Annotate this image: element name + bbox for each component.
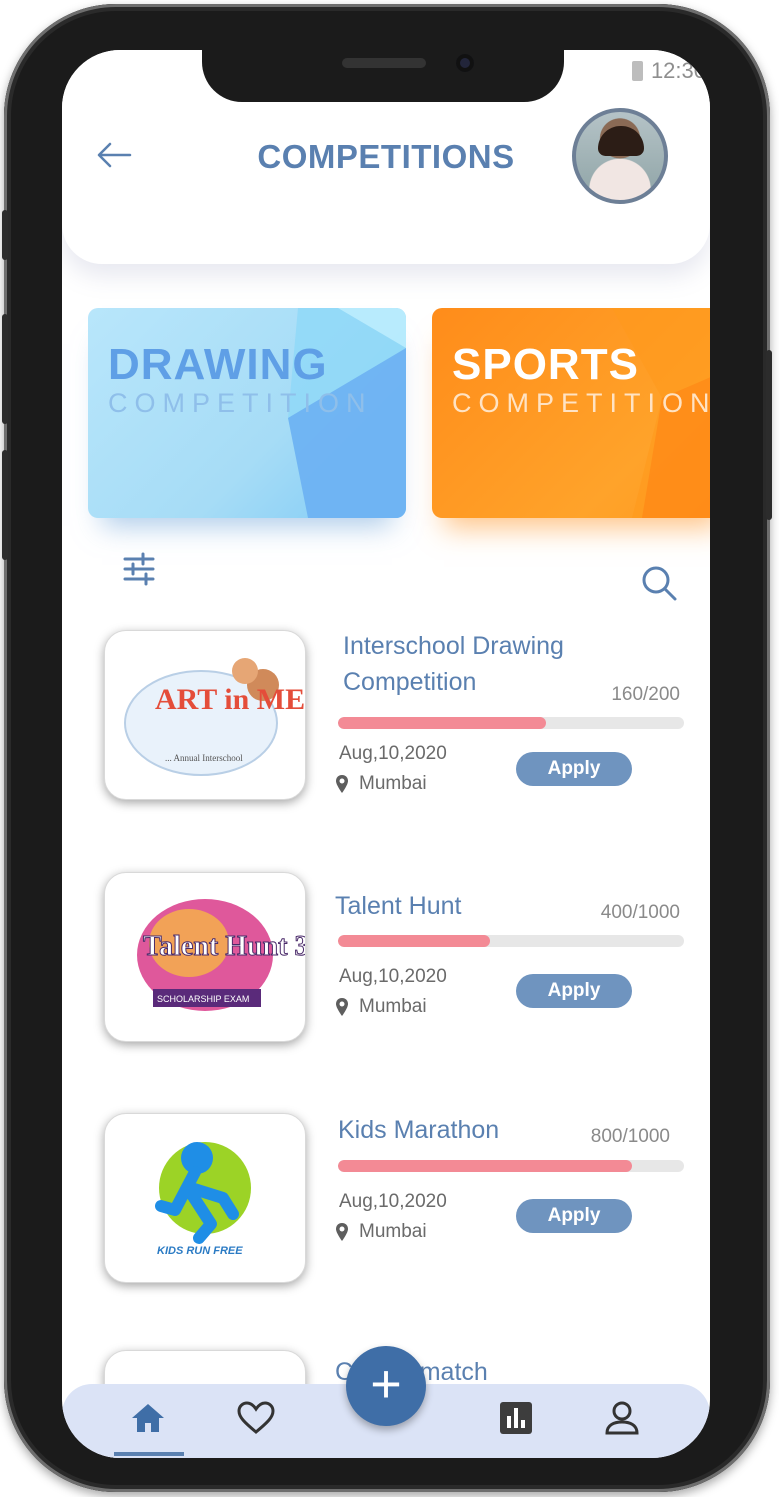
status-time: 12:30 [650,58,706,83]
logo-text: Talent Hunt 3 [143,931,305,962]
location-pin-icon [336,998,348,1016]
competition-logo: Talent Hunt 3 SCHOLARSHIP EXAM [104,872,306,1042]
profile-icon[interactable] [602,1398,642,1438]
progress-fill [338,935,491,947]
avatar-hair [598,126,644,156]
kids-run-free-logo: KIDS RUN FREE [155,1142,251,1257]
apply-button[interactable]: Apply [516,752,632,786]
apply-button[interactable]: Apply [516,974,632,1008]
filter-icon[interactable] [122,552,156,586]
logo-text: KIDS RUN FREE [157,1245,243,1257]
power-button [766,350,772,520]
competition-date: Aug,10,2020 [339,966,447,987]
talent-hunt-logo: Talent Hunt 3 SCHOLARSHIP EXAM [137,899,305,1011]
competition-card[interactable]: Talent Hunt 3 SCHOLARSHIP EXAM Talent Hu… [62,872,710,1052]
speaker [342,58,426,68]
apply-button[interactable]: Apply [516,1199,632,1233]
screen: 12:30 COMPETITIONS DRAWING COMPETITION S… [62,50,710,1458]
location-label: Mumbai [359,1221,427,1242]
location-label: Mumbai [359,773,427,794]
logo-subtitle: SCHOLARSHIP EXAM [157,994,249,1004]
search-icon[interactable] [640,564,678,602]
chart-icon[interactable] [496,1398,536,1438]
banner-subtitle: COMPETITION [452,388,710,418]
competition-date: Aug,10,2020 [339,1191,447,1212]
competition-title-line2: Competition [343,668,477,696]
participant-count: 160/200 [611,684,680,705]
add-button[interactable]: + [346,1346,426,1426]
participant-count: 800/1000 [590,1126,670,1147]
phone-frame: 12:30 COMPETITIONS DRAWING COMPETITION S… [2,4,772,1492]
competition-logo: ART in ME ... Annual Interschool [104,630,306,800]
front-camera [456,54,474,72]
progress-fill [338,717,546,729]
participant-count: 400/1000 [600,902,680,923]
sports-competition-banner[interactable]: SPORTS COMPETITION [432,308,710,518]
banner-title: DRAWING [108,340,328,389]
battery-icon [631,61,643,81]
art-in-me-logo: ART in ME ... Annual Interschool [124,658,305,776]
competition-card[interactable]: KIDS RUN FREE Kids Marathon 800/1000 Aug… [62,1113,710,1293]
location-pin-icon [336,1223,348,1241]
location-label: Mumbai [359,996,427,1017]
volume-up-button [2,314,8,424]
banner-title: SPORTS [452,340,639,389]
competition-title: Interschool Drawing [343,632,564,660]
drawing-competition-banner[interactable]: DRAWING COMPETITION [88,308,406,518]
mute-switch [2,210,8,260]
competition-date: Aug,10,2020 [339,743,447,764]
competition-location: Mumbai [335,996,427,1018]
location-pin-icon [336,775,348,793]
heart-icon[interactable] [236,1398,276,1438]
competition-logo: KIDS RUN FREE [104,1113,306,1283]
avatar[interactable] [572,108,668,204]
progress-track [338,1160,684,1172]
progress-track [338,935,684,947]
notch [202,50,564,102]
active-tab-indicator [114,1452,184,1456]
status-bar: 12:30 [631,58,706,84]
progress-track [338,717,684,729]
competition-location: Mumbai [335,1221,427,1243]
progress-fill [338,1160,633,1172]
home-icon[interactable] [128,1398,168,1438]
competition-card[interactable]: ART in ME ... Annual Interschool Intersc… [62,630,710,810]
svg-text:... Annual Interschool: ... Annual Interschool [165,753,243,763]
competition-title: Talent Hunt [335,892,462,920]
volume-down-button [2,450,8,560]
competition-location: Mumbai [335,773,427,795]
logo-text: ART in ME [155,683,305,716]
competition-title: Kids Marathon [338,1116,500,1144]
banner-subtitle: COMPETITION [108,388,373,418]
